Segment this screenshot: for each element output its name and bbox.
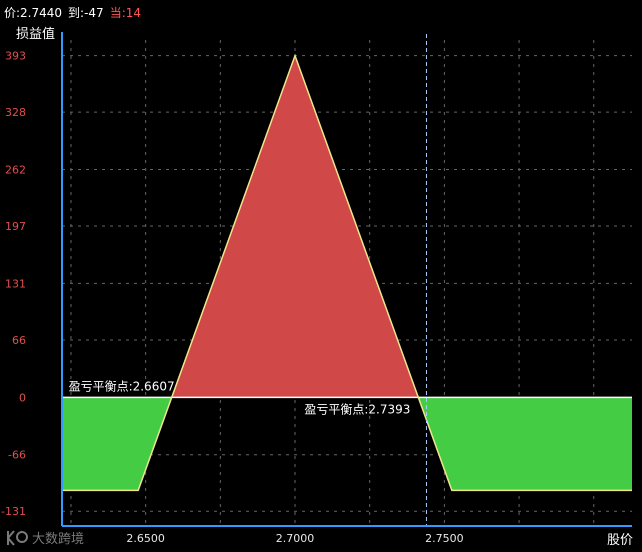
current-value: 14 — [126, 6, 141, 20]
watermark-text: 大数跨境 — [32, 532, 84, 547]
x-tick-label: 2.6500 — [126, 532, 165, 545]
breakeven-label-high: 盈亏平衡点:2.7393 — [304, 402, 410, 416]
y-tick-label: 262 — [5, 164, 26, 177]
payoff-chart: 价:2.7440 到:-47 当:14 损益值 股价 393 328 262 197 131… — [1, 6, 633, 548]
x-tick-label: 2.7500 — [425, 532, 464, 545]
watermark: 大数跨境 — [7, 530, 84, 547]
y-tick-label: -131 — [1, 505, 26, 518]
y-tick-label: 197 — [5, 220, 26, 233]
payoff-fills — [62, 55, 632, 491]
current-label: 当: — [110, 6, 126, 20]
y-tick-label: 393 — [5, 50, 26, 63]
expire-value: -47 — [84, 6, 104, 20]
status-bar: 价:2.7440 到:-47 当:14 — [4, 6, 141, 20]
expire-label: 到: — [68, 6, 84, 20]
loss-area — [418, 397, 632, 491]
y-tick-label: -66 — [8, 449, 26, 462]
y-tick-label: 66 — [12, 334, 26, 347]
y-tick-label: 0 — [19, 391, 26, 404]
y-tick-label: 328 — [5, 106, 26, 119]
x-tick-labels: 2.6500 2.7000 2.7500 — [126, 532, 463, 545]
y-axis-label: 损益值 — [16, 26, 55, 42]
y-tick-labels: 393 328 262 197 131 66 0 -66 -131 — [1, 50, 26, 519]
breakeven-label-low: 盈亏平衡点:2.6607 — [69, 379, 175, 393]
x-axis-label: 股价 — [607, 533, 633, 548]
price-label: 价: — [4, 6, 20, 20]
x-tick-label: 2.7000 — [276, 532, 315, 545]
price-value: 2.7440 — [20, 6, 62, 20]
watermark-logo-icon — [7, 530, 28, 546]
y-tick-label: 131 — [5, 277, 26, 290]
